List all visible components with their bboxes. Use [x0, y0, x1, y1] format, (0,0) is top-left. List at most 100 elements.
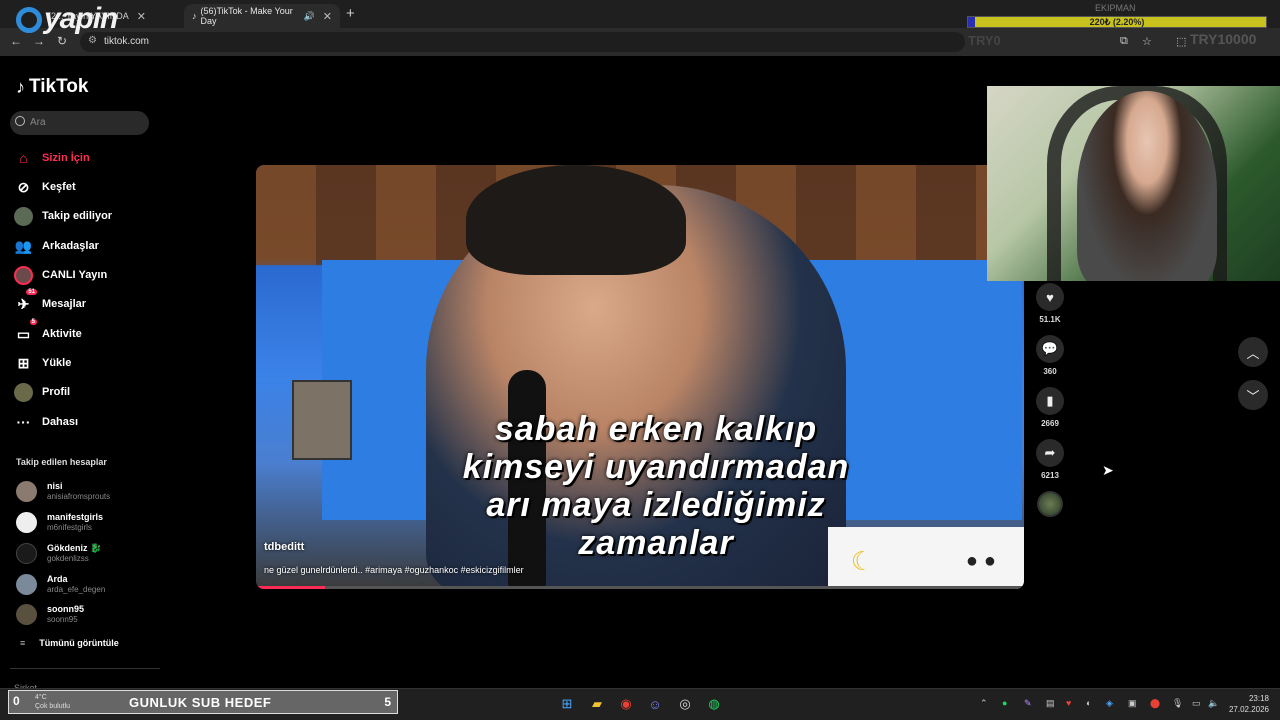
tiktok-logo[interactable]: ♪ TikTok	[16, 76, 88, 98]
account-item[interactable]: soonn95 soonn95	[16, 601, 84, 627]
account-name: soonn95	[47, 604, 85, 614]
nav-upload[interactable]: ⊞ Yükle	[14, 352, 72, 374]
subtitle-line: arı maya izlediğimiz	[486, 486, 826, 524]
account-handle: soonn95	[47, 615, 78, 624]
clock-time: 23:18	[1248, 694, 1269, 703]
share-icon[interactable]: ➦	[1036, 439, 1064, 467]
tab-tiktok[interactable]: ♪ (56)TikTok - Make Your Day 🔊 ✕	[184, 4, 340, 28]
nav-following[interactable]: Takip ediliyor	[14, 205, 112, 227]
speaker-icon[interactable]: 🔊	[304, 11, 315, 22]
activity-badge: 5	[29, 318, 37, 325]
weather-widget[interactable]: 4°C Çok bulutlu	[35, 693, 70, 711]
volume-icon[interactable]: 🔈	[1208, 698, 1219, 709]
nav-for-you[interactable]: ⌂ Sizin İçin	[14, 147, 89, 169]
weather-desc: Çok bulutlu	[35, 703, 71, 710]
avatar	[16, 542, 37, 564]
install-icon[interactable]: ⧉	[1120, 35, 1128, 48]
account-item[interactable]: manifestgirls m6nifestgirls	[16, 509, 103, 535]
chrome-icon[interactable]: ◉	[617, 695, 635, 713]
previous-video-button[interactable]: ︿	[1238, 337, 1268, 367]
reload-icon[interactable]: ↻	[57, 34, 67, 48]
video-player[interactable]: ☾ ●● sabah erken kalkıp kimseyi uyandırm…	[256, 165, 1024, 589]
next-video-button[interactable]: ﹀	[1238, 380, 1268, 410]
close-icon[interactable]: ✕	[137, 10, 146, 23]
comment-icon[interactable]: 💬	[1036, 335, 1064, 363]
site-info-icon[interactable]: ⚙	[88, 35, 97, 46]
url-text: tiktok.com	[104, 36, 150, 47]
tray-app-icon[interactable]: ◈	[1106, 698, 1113, 709]
clock-date: 27.02.2026	[1228, 705, 1269, 714]
share-action[interactable]: ➦ 6213	[1036, 439, 1064, 480]
microphone-icon[interactable]: 🎙	[1172, 698, 1183, 709]
forward-icon[interactable]: →	[33, 34, 45, 48]
account-item[interactable]: nisi anisiafromsprouts	[16, 478, 110, 504]
search-input[interactable]: Ara	[10, 111, 149, 135]
file-explorer-icon[interactable]: ▰	[588, 695, 606, 713]
logo-text: TikTok	[29, 76, 89, 97]
nav-messages[interactable]: ✈ 51 Mesajlar	[14, 288, 86, 315]
nav-profile[interactable]: Profil	[14, 381, 70, 403]
following-accounts-title: Takip edilen hesaplar	[16, 457, 107, 467]
back-icon[interactable]: ←	[10, 34, 22, 48]
discord-icon[interactable]: ☺	[646, 695, 664, 713]
extensions-icon[interactable]: ⬚	[1176, 35, 1186, 48]
nav-label: Arkadaşlar	[42, 240, 99, 252]
account-name: nisi	[47, 481, 63, 491]
tray-app-icon[interactable]: ▤	[1046, 698, 1055, 709]
nav-more[interactable]: ··· Dahası	[14, 411, 79, 433]
tiktok-note-icon: ♪	[16, 76, 25, 97]
tray-app-icon[interactable]: ▣	[1128, 698, 1137, 709]
video-author[interactable]: tdbeditt	[264, 541, 304, 553]
video-progress-bar[interactable]	[256, 586, 1024, 589]
address-input[interactable]: ⚙ tiktok.com	[80, 32, 965, 52]
account-item[interactable]: Gökdeniz 🐉 gokdenlizss	[16, 540, 101, 566]
nav-label: Dahası	[42, 416, 79, 428]
tray-app-icon[interactable]: ◐	[1086, 698, 1091, 708]
paper-plane-icon: ✈ 51	[17, 288, 37, 312]
tray-app-icon[interactable]: ●	[1002, 698, 1007, 708]
obs-icon[interactable]: ◎	[676, 695, 694, 713]
tray-pen-icon[interactable]: ✎	[1024, 698, 1032, 709]
bookmark-icon[interactable]: ▮	[1036, 387, 1064, 415]
bookmark-star-icon[interactable]: ☆	[1142, 35, 1152, 48]
save-action[interactable]: ▮ 2669	[1036, 387, 1064, 428]
account-handle: arda_efe_degen	[47, 585, 106, 594]
sub-goal-label: GUNLUK SUB HEDEF	[129, 695, 272, 710]
nav-explore[interactable]: ⊘ Keşfet	[14, 176, 76, 198]
avatar	[16, 480, 37, 502]
tray-chevron-icon[interactable]: ⌃	[980, 698, 988, 709]
heart-icon[interactable]: ♥	[1036, 283, 1064, 311]
nav-label: Keşfet	[42, 181, 76, 193]
see-all-accounts-link[interactable]: ≡ Tümünü görüntüle	[20, 638, 119, 648]
windows-start-icon[interactable]: ⊞	[558, 695, 576, 713]
like-count: 51.1K	[1039, 315, 1061, 324]
like-action[interactable]: ♥ 51.1K	[1036, 283, 1064, 324]
account-handle: m6nifestgirls	[47, 523, 92, 532]
new-tab-button[interactable]: +	[346, 5, 355, 22]
tiktok-favicon-icon: ♪	[192, 11, 197, 21]
tray-record-icon[interactable]: ⬤	[1150, 698, 1160, 709]
account-item[interactable]: Arda arda_efe_degen	[16, 571, 105, 597]
account-name: Gökdeniz 🐉	[47, 543, 102, 553]
nav-label: Profil	[42, 386, 71, 398]
spotify-icon[interactable]: ◍	[705, 695, 723, 713]
tab-title: (56)TikTok - Make Your Day	[200, 6, 293, 26]
nav-live[interactable]: CANLI Yayın	[14, 264, 107, 286]
tray-shield-icon[interactable]: ♥	[1066, 698, 1071, 708]
donation-max-label: TRY10000	[1190, 31, 1257, 47]
video-poster	[292, 380, 352, 460]
account-handle: gokdenlizss	[47, 554, 89, 563]
close-icon[interactable]: ✕	[323, 10, 332, 23]
nav-friends[interactable]: 👥 Arkadaşlar	[14, 235, 99, 257]
comment-action[interactable]: 💬 360	[1036, 335, 1064, 376]
eyes-sticker-icon: ●●	[965, 550, 1002, 572]
music-disc-avatar[interactable]	[1037, 491, 1063, 517]
mouse-cursor-icon: ➤	[1102, 462, 1114, 478]
taskbar-clock[interactable]: 23:18 27.02.2026	[1225, 693, 1269, 715]
video-caption: ne güzel gunelrdünlerdi.. #arimaya #oguz…	[264, 565, 524, 575]
video-subtitle: sabah erken kalkıp kimseyi uyandırmadan …	[376, 410, 936, 562]
weather-temp: 4°C	[35, 694, 47, 701]
display-icon[interactable]: ▭	[1192, 698, 1201, 709]
nav-activity[interactable]: ▭ 5 Aktivite	[14, 318, 82, 345]
video-progress-fill	[256, 586, 326, 589]
